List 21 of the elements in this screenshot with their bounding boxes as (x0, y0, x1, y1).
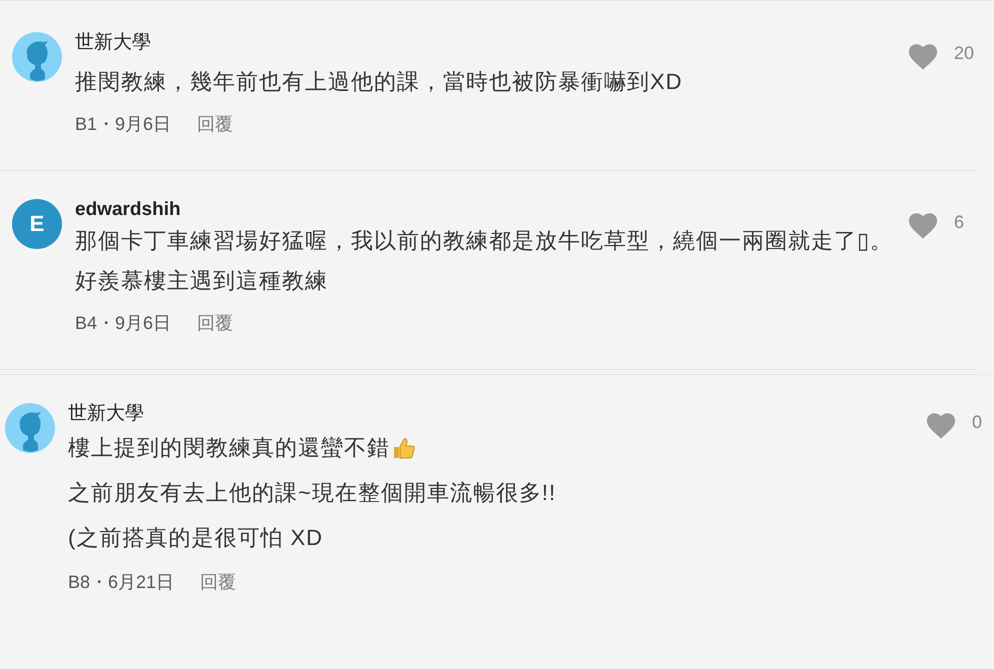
floor-date: B8・6月21日 (68, 571, 174, 594)
reply-link[interactable]: 回覆 (197, 102, 234, 146)
like-count: 6 (954, 211, 966, 234)
comment-text: 樓上提到的閔教練真的還蠻不錯 (68, 434, 390, 462)
like-count: 0 (972, 411, 984, 434)
avatar-silhouette (5, 403, 55, 453)
comment-text: 推閔教練，幾年前也有上過他的課，當時也被防暴衝嚇到XD (75, 68, 683, 96)
like-count: 20 (954, 42, 976, 65)
avatar: E (12, 199, 62, 249)
author-name[interactable]: edwardshih (75, 199, 906, 221)
reply-link[interactable]: 回覆 (197, 301, 234, 345)
avatar-silhouette (12, 32, 62, 82)
author-name[interactable]: 世新大學 (75, 32, 906, 54)
author-name[interactable]: 世新大學 (68, 403, 924, 425)
comment-text: 之前朋友有去上他的課~現在整個開車流暢很多!! (68, 479, 556, 507)
floor-date: B1・9月6日 (75, 113, 172, 136)
comment-text: 好羨慕樓主遇到這種教練 (75, 267, 328, 295)
floor-date: B4・9月6日 (75, 312, 172, 335)
comment-text: 那個卡丁車練習場好猛喔，我以前的教練都是放牛吃草型，繞個一兩圈就走了▯。 (75, 227, 893, 255)
comment-text: (之前搭真的是很可怕 XD (68, 524, 323, 552)
reply-link[interactable]: 回覆 (200, 560, 236, 604)
